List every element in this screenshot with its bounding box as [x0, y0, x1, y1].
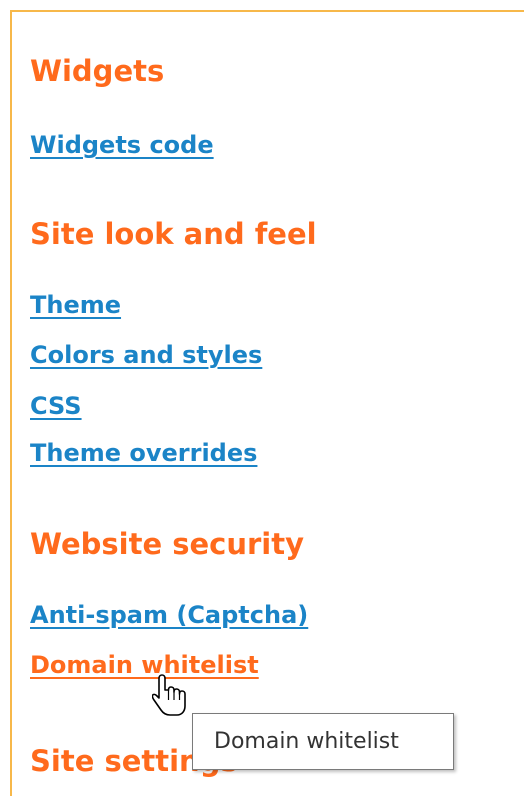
section-heading-widgets: Widgets — [30, 54, 165, 88]
link-theme[interactable]: Theme — [30, 293, 121, 317]
link-anti-spam-captcha[interactable]: Anti-spam (Captcha) — [30, 603, 308, 627]
link-domain-whitelist[interactable]: Domain whitelist — [30, 653, 259, 677]
tooltip: Domain whitelist — [192, 713, 454, 770]
tooltip-text: Domain whitelist — [214, 729, 399, 754]
section-heading-website-security: Website security — [30, 527, 304, 561]
link-css[interactable]: CSS — [30, 394, 82, 418]
link-widgets-code[interactable]: Widgets code — [30, 133, 214, 157]
hand-pointer-icon — [152, 674, 186, 716]
link-colors-and-styles[interactable]: Colors and styles — [30, 343, 262, 367]
link-theme-overrides[interactable]: Theme overrides — [30, 441, 257, 465]
section-heading-site-look-and-feel: Site look and feel — [30, 217, 317, 251]
